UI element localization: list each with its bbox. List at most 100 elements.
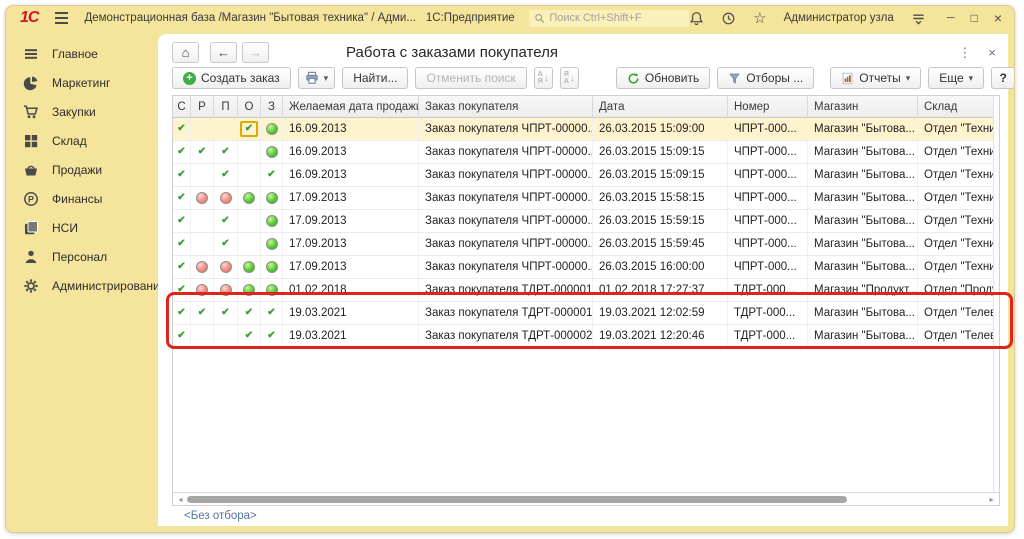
cell-status-z[interactable] — [261, 118, 283, 140]
cell-status-z[interactable] — [261, 187, 283, 209]
cell-status-z[interactable] — [261, 210, 283, 232]
cell-number[interactable]: ЧПРТ-000... — [728, 210, 808, 232]
cell-status-p[interactable]: ✔ — [214, 210, 238, 232]
cell-number[interactable]: ЧПРТ-000... — [728, 141, 808, 163]
cell-order[interactable]: Заказ покупателя ТДРТ-000001... — [419, 279, 593, 301]
sidebar-item-marketing[interactable]: Маркетинг — [6, 68, 158, 97]
sidebar-item-warehouse[interactable]: Склад — [6, 126, 158, 155]
sidebar-item-nsi[interactable]: НСИ — [6, 213, 158, 242]
table-row[interactable]: ✔17.09.2013Заказ покупателя ЧПРТ-00000..… — [173, 187, 999, 210]
cell-status-o[interactable] — [238, 233, 261, 255]
refresh-button[interactable]: Обновить — [616, 67, 710, 89]
cell-status-r[interactable] — [191, 233, 214, 255]
sidebar-item-purchases[interactable]: Закупки — [6, 97, 158, 126]
vertical-scrollbar[interactable] — [993, 96, 999, 492]
cell-number[interactable]: ЧПРТ-000... — [728, 187, 808, 209]
cell-status-p[interactable] — [214, 118, 238, 140]
cell-number[interactable]: ТДРТ-000... — [728, 302, 808, 324]
sidebar-item-home[interactable]: Главное — [6, 39, 158, 68]
cell-status-s[interactable]: ✔ — [173, 233, 191, 255]
global-search-field[interactable] — [529, 10, 689, 27]
column-header[interactable]: Склад — [918, 96, 993, 117]
cell-warehouse[interactable]: Отдел "Техника д — [918, 118, 993, 140]
window-minimize-button[interactable]: ─ — [947, 13, 955, 24]
table-row[interactable]: ✔17.09.2013Заказ покупателя ЧПРТ-00000..… — [173, 256, 999, 279]
cell-store[interactable]: Магазин "Бытова... — [808, 118, 918, 140]
cell-order[interactable]: Заказ покупателя ЧПРТ-00000... — [419, 210, 593, 232]
cell-status-s[interactable]: ✔ — [173, 256, 191, 278]
cell-warehouse[interactable]: Отдел "Техника д — [918, 210, 993, 232]
cell-order[interactable]: Заказ покупателя ТДРТ-000002... — [419, 325, 593, 347]
cell-number[interactable]: ЧПРТ-000... — [728, 164, 808, 186]
cell-status-r[interactable] — [191, 256, 214, 278]
cell-number[interactable]: ТДРТ-000... — [728, 325, 808, 347]
cell-status-s[interactable]: ✔ — [173, 302, 191, 324]
favorites-star-icon[interactable]: ☆ — [753, 11, 766, 26]
find-button[interactable]: Найти... — [342, 67, 408, 89]
sort-ascending-button[interactable]: АЯ ↓ — [534, 67, 553, 89]
column-header[interactable]: Дата — [593, 96, 728, 117]
cell-order[interactable]: Заказ покупателя ЧПРТ-00000... — [419, 164, 593, 186]
cell-store[interactable]: Магазин "Продукт... — [808, 279, 918, 301]
cell-status-s[interactable]: ✔ — [173, 187, 191, 209]
cell-status-o[interactable] — [238, 141, 261, 163]
cell-store[interactable]: Магазин "Бытова... — [808, 210, 918, 232]
cell-date[interactable]: 26.03.2015 15:58:15 — [593, 187, 728, 209]
cell-number[interactable]: ЧПРТ-000... — [728, 233, 808, 255]
cell-warehouse[interactable]: Отдел "Телевизо — [918, 325, 993, 347]
cell-status-r[interactable] — [191, 164, 214, 186]
cell-order[interactable]: Заказ покупателя ЧПРТ-00000... — [419, 141, 593, 163]
table-row[interactable]: ✔✔✔16.09.2013Заказ покупателя ЧПРТ-00000… — [173, 141, 999, 164]
table-row[interactable]: ✔✔✔16.09.2013Заказ покупателя ЧПРТ-00000… — [173, 164, 999, 187]
column-header[interactable]: С — [173, 96, 191, 117]
cell-status-z[interactable] — [261, 233, 283, 255]
cell-status-o[interactable] — [238, 210, 261, 232]
column-header[interactable]: Номер — [728, 96, 808, 117]
cell-store[interactable]: Магазин "Бытова... — [808, 187, 918, 209]
cell-warehouse[interactable]: Отдел "Техника д — [918, 233, 993, 255]
filter-status-link[interactable]: <Без отбора> — [184, 510, 257, 522]
cell-status-s[interactable]: ✔ — [173, 279, 191, 301]
cell-status-r[interactable] — [191, 118, 214, 140]
window-close-button[interactable]: × — [994, 11, 1002, 25]
column-header[interactable]: О — [238, 96, 261, 117]
cell-status-p[interactable] — [214, 187, 238, 209]
cell-status-z[interactable]: ✔ — [261, 302, 283, 324]
cell-warehouse[interactable]: Отдел "Техника д — [918, 256, 993, 278]
cell-status-o[interactable]: ✔ — [238, 118, 261, 140]
column-header[interactable]: Магазин — [808, 96, 918, 117]
cell-status-o[interactable]: ✔ — [238, 325, 261, 347]
column-header[interactable]: З — [261, 96, 283, 117]
sidebar-item-admin[interactable]: Администрирование — [6, 271, 158, 300]
scroll-right-icon[interactable]: ▸ — [987, 495, 996, 504]
cell-date[interactable]: 26.03.2015 16:00:00 — [593, 256, 728, 278]
print-button[interactable]: ▾ — [298, 67, 336, 89]
column-header[interactable]: П — [214, 96, 238, 117]
cell-wish-date[interactable]: 16.09.2013 — [283, 118, 419, 140]
cell-date[interactable]: 26.03.2015 15:09:15 — [593, 141, 728, 163]
cell-warehouse[interactable]: Отдел "Телевизо — [918, 302, 993, 324]
horizontal-scrollbar[interactable]: ◂ ▸ — [173, 492, 999, 505]
cell-status-p[interactable] — [214, 279, 238, 301]
cell-status-o[interactable] — [238, 256, 261, 278]
cell-date[interactable]: 26.03.2015 15:59:15 — [593, 210, 728, 232]
cell-status-z[interactable] — [261, 256, 283, 278]
table-row[interactable]: ✔✔17.09.2013Заказ покупателя ЧПРТ-00000.… — [173, 210, 999, 233]
cell-wish-date[interactable]: 17.09.2013 — [283, 233, 419, 255]
cell-number[interactable]: ЧПРТ-000... — [728, 118, 808, 140]
more-button[interactable]: Еще ▾ — [928, 67, 984, 89]
cell-date[interactable]: 01.02.2018 17:27:37 — [593, 279, 728, 301]
cell-warehouse[interactable]: Отдел "Техника д — [918, 164, 993, 186]
cell-wish-date[interactable]: 17.09.2013 — [283, 187, 419, 209]
cell-status-r[interactable] — [191, 187, 214, 209]
cell-store[interactable]: Магазин "Бытова... — [808, 256, 918, 278]
cell-status-o[interactable] — [238, 279, 261, 301]
cell-status-s[interactable]: ✔ — [173, 141, 191, 163]
cell-store[interactable]: Магазин "Бытова... — [808, 141, 918, 163]
cell-status-p[interactable]: ✔ — [214, 302, 238, 324]
cell-order[interactable]: Заказ покупателя ТДРТ-000001... — [419, 302, 593, 324]
back-button[interactable]: ← — [210, 42, 237, 63]
column-header[interactable]: Заказ покупателя — [419, 96, 593, 117]
cell-number[interactable]: ЧПРТ-000... — [728, 256, 808, 278]
cell-warehouse[interactable]: Отдел "Продукты — [918, 279, 993, 301]
